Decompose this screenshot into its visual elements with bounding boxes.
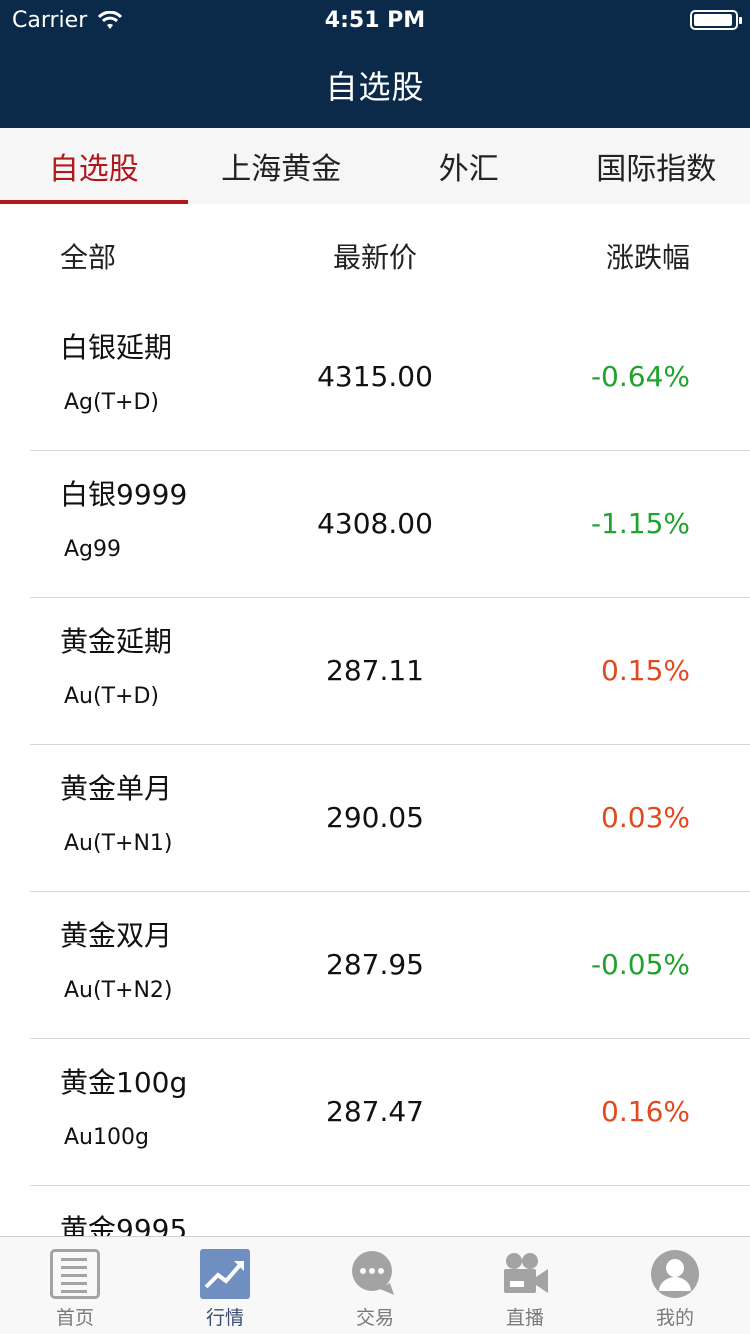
instrument-code: Au(T+D) xyxy=(64,684,159,709)
change-percent: -1.15% xyxy=(590,507,690,540)
quote-row[interactable]: 白银9999 Ag99 4308.00 -1.15% xyxy=(30,451,750,598)
change-percent: -0.05% xyxy=(590,948,690,981)
trend-chart-icon xyxy=(200,1249,250,1299)
news-icon xyxy=(50,1249,100,1299)
change-percent: 0.16% xyxy=(601,1095,690,1128)
change-percent: 0.15% xyxy=(601,654,690,687)
tabbar-item-market[interactable]: 行情 xyxy=(150,1237,300,1334)
instrument-code: Ag(T+D) xyxy=(64,390,159,415)
tabbar-item-live[interactable]: 直播 xyxy=(450,1237,600,1334)
status-time: 4:51 PM xyxy=(324,8,426,33)
category-tabs: 自选股 上海黄金 外汇 国际指数 xyxy=(0,128,750,204)
tab-international-index[interactable]: 国际指数 xyxy=(563,128,750,204)
tabbar-item-trade[interactable]: 交易 xyxy=(300,1237,450,1334)
tabbar-label: 直播 xyxy=(505,1307,544,1329)
change-percent: 0.03% xyxy=(601,801,690,834)
app-screen: Carrier 4:51 PM 自选股 自选股 上海黄金 外汇 国际指数 全部 … xyxy=(0,0,750,1334)
tab-watchlist[interactable]: 自选股 xyxy=(0,128,188,204)
tabbar-item-profile[interactable]: 我的 xyxy=(600,1237,750,1334)
list-header: 全部 最新价 涨跌幅 xyxy=(0,204,750,304)
quote-row[interactable]: 黄金双月 Au(T+N2) 287.95 -0.05% xyxy=(30,892,750,1039)
tabbar-item-home[interactable]: 首页 xyxy=(0,1237,150,1334)
video-camera-icon xyxy=(504,1253,548,1293)
quote-row[interactable]: 白银延期 Ag(T+D) 4315.00 -0.64% xyxy=(30,304,750,451)
tab-forex[interactable]: 外汇 xyxy=(375,128,563,204)
page-title: 自选股 xyxy=(325,68,425,106)
quote-list: 白银延期 Ag(T+D) 4315.00 -0.64% 白银9999 Ag99 … xyxy=(0,304,750,1333)
quote-row[interactable]: 黄金100g Au100g 287.47 0.16% xyxy=(30,1039,750,1186)
top-bar: Carrier 4:51 PM 自选股 xyxy=(0,0,750,128)
user-icon xyxy=(651,1250,699,1298)
tab-shanghai-gold[interactable]: 上海黄金 xyxy=(188,128,376,204)
tabbar-label: 我的 xyxy=(655,1307,694,1329)
status-bar: Carrier 4:51 PM xyxy=(0,0,750,40)
bottom-tab-bar: 首页 行情 交易 直播 我的 xyxy=(0,1236,750,1334)
tabbar-label: 首页 xyxy=(55,1307,94,1329)
instrument-code: Au(T+N1) xyxy=(64,831,173,856)
quote-row[interactable]: 黄金单月 Au(T+N1) 290.05 0.03% xyxy=(30,745,750,892)
instrument-code: Au100g xyxy=(64,1125,149,1150)
instrument-code: Ag99 xyxy=(64,537,122,562)
battery-icon xyxy=(690,10,742,30)
tabbar-label: 行情 xyxy=(205,1307,244,1329)
header-change-percent[interactable]: 涨跌幅 xyxy=(606,236,690,276)
chat-bubble-icon xyxy=(352,1251,394,1295)
quote-row[interactable]: 黄金延期 Au(T+D) 287.11 0.15% xyxy=(30,598,750,745)
instrument-code: Au(T+N2) xyxy=(64,978,173,1003)
change-percent: -0.64% xyxy=(590,360,690,393)
tabbar-label: 交易 xyxy=(355,1307,394,1329)
